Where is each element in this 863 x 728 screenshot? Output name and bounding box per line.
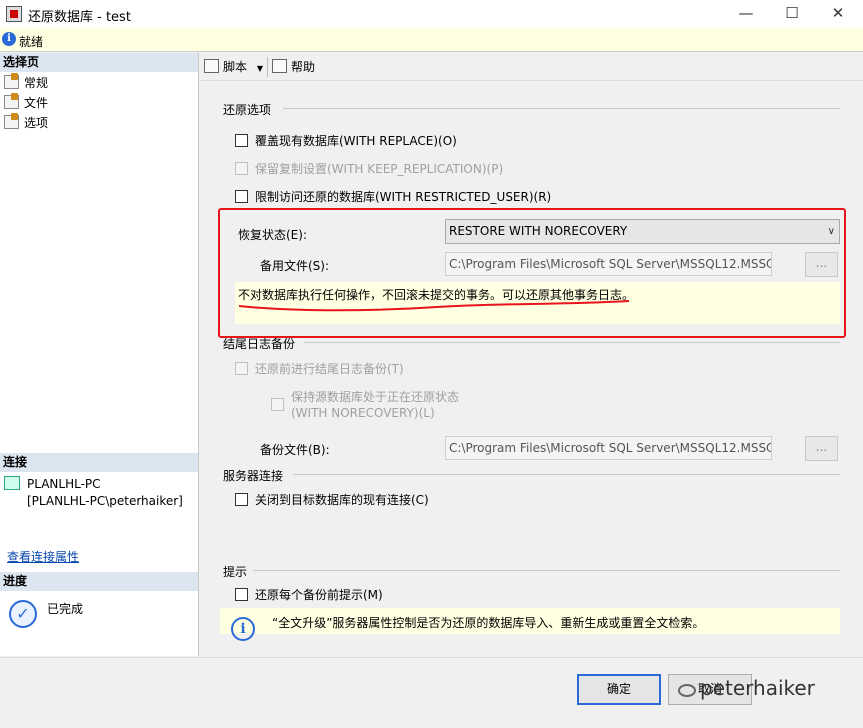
script-icon — [204, 59, 219, 73]
backup-file-label: 备份文件(B): — [260, 443, 330, 457]
info-icon: i — [231, 617, 255, 641]
checkbox-box[interactable] — [235, 362, 248, 375]
fulltext-info-note: “全文升级”服务器属性控制是否为还原的数据库导入、重新生成或重置全文检索。 — [220, 608, 840, 634]
progress-header: 进度 — [0, 572, 198, 591]
script-button[interactable]: 脚本 ▼ — [204, 59, 263, 75]
toolbar-separator — [267, 57, 268, 77]
restricted-user-checkbox[interactable]: 限制访问还原的数据库(WITH RESTRICTED_USER)(R) — [235, 189, 551, 205]
help-button[interactable]: 帮助 — [272, 59, 315, 75]
nav-item-label: 选项 — [24, 116, 49, 130]
overwrite-label: 覆盖现有数据库(WITH REPLACE)(O) — [255, 134, 457, 148]
dropdown-arrow-icon[interactable]: ▼ — [257, 64, 263, 73]
checkbox-box[interactable] — [235, 493, 248, 506]
help-icon — [272, 59, 287, 73]
nav-item-label: 常规 — [24, 76, 49, 90]
watermark: peterhaiker — [700, 676, 815, 700]
prompt-each-backup-checkbox[interactable]: 还原每个备份前提示(M) — [235, 587, 383, 603]
maximize-button[interactable]: ☐ — [769, 0, 815, 28]
left-panel: 选择页 常规 文件 选项 连接 PLANLHL-PC [PLANLHL-PC\p… — [0, 53, 199, 656]
minimize-button[interactable]: — — [723, 0, 769, 28]
toolbar: 脚本 ▼ 帮助 — [200, 53, 863, 81]
tail-log-group-title: 结尾日志备份 — [223, 337, 296, 351]
ok-button[interactable]: 确定 — [577, 674, 661, 705]
keep-replication-label: 保留复制设置(WITH KEEP_REPLICATION)(P) — [255, 162, 504, 176]
keep-norecovery-checkbox[interactable] — [271, 397, 291, 413]
tail-log-label: 还原前进行结尾日志备份(T) — [255, 362, 404, 376]
checkbox-box[interactable] — [235, 134, 248, 147]
nav-item-label: 文件 — [24, 96, 49, 110]
progress-text: 已完成 — [47, 602, 84, 616]
server-connection-icon — [4, 476, 20, 490]
close-connections-checkbox[interactable]: 关闭到目标数据库的现有连接(C) — [235, 492, 429, 508]
status-text: 就绪 — [19, 35, 44, 49]
keep-norecovery-line2: (WITH NORECOVERY)(L) — [291, 406, 435, 420]
keep-replication-checkbox[interactable]: 保留复制设置(WITH KEEP_REPLICATION)(P) — [235, 161, 503, 177]
connection-server: PLANLHL-PC — [27, 477, 101, 491]
nav-item-general[interactable]: 常规 — [4, 73, 49, 92]
checkbox-box[interactable] — [235, 162, 248, 175]
connection-header: 连接 — [0, 453, 198, 472]
options-content: 还原选项 覆盖现有数据库(WITH REPLACE)(O) 保留复制设置(WIT… — [200, 82, 863, 656]
close-button[interactable]: ✕ — [815, 0, 861, 28]
dialog-button-bar: 确定 取消 peterhaiker — [0, 657, 863, 728]
restore-options-group-title: 还原选项 — [223, 103, 272, 117]
nav-item-options[interactable]: 选项 — [4, 113, 49, 132]
overwrite-checkbox[interactable]: 覆盖现有数据库(WITH REPLACE)(O) — [235, 133, 457, 149]
tail-log-checkbox[interactable]: 还原前进行结尾日志备份(T) — [235, 361, 404, 377]
page-icon — [4, 113, 19, 129]
close-connections-label: 关闭到目标数据库的现有连接(C) — [255, 493, 429, 507]
group-divider — [293, 474, 840, 475]
check-icon: ✓ — [9, 600, 37, 628]
checkbox-box[interactable] — [235, 190, 248, 203]
view-connection-properties-link[interactable]: 查看连接属性 — [7, 548, 79, 565]
group-divider — [304, 342, 840, 343]
wechat-icon — [678, 684, 696, 697]
help-label: 帮助 — [291, 60, 316, 74]
backup-browse-button[interactable]: ... — [805, 436, 838, 461]
fulltext-info-text: “全文升级”服务器属性控制是否为还原的数据库导入、重新生成或重置全文检索。 — [272, 616, 705, 630]
prompt-group-title: 提示 — [223, 565, 248, 579]
group-divider — [253, 570, 840, 571]
keep-norecovery-label: 保持源数据库处于正在还原状态 (WITH NORECOVERY)(L) — [291, 389, 459, 421]
script-label: 脚本 — [223, 60, 248, 74]
page-icon — [4, 73, 19, 89]
connection-info: PLANLHL-PC [PLANLHL-PC\peterhaiker] — [27, 476, 183, 510]
backup-file-field[interactable]: C:\Program Files\Microsoft SQL Server\MS… — [445, 436, 772, 460]
checkbox-box[interactable] — [271, 398, 284, 411]
keep-norecovery-line1: 保持源数据库处于正在还原状态 — [291, 390, 460, 404]
status-bar: i 就绪 — [0, 28, 863, 52]
pages-header: 选择页 — [0, 53, 198, 72]
page-icon — [4, 93, 19, 109]
server-connection-group-title: 服务器连接 — [223, 469, 284, 483]
app-icon — [6, 6, 22, 22]
connection-user: [PLANLHL-PC\peterhaiker] — [27, 494, 183, 508]
restricted-user-label: 限制访问还原的数据库(WITH RESTRICTED_USER)(R) — [255, 190, 552, 204]
highlight-box — [218, 208, 846, 338]
info-icon: i — [2, 32, 16, 46]
group-divider — [283, 108, 840, 109]
prompt-each-backup-label: 还原每个备份前提示(M) — [255, 588, 383, 602]
window-title: 还原数据库 - test — [28, 10, 131, 25]
checkbox-box[interactable] — [235, 588, 248, 601]
title-bar: 还原数据库 - test — ☐ ✕ — [0, 0, 863, 28]
nav-item-files[interactable]: 文件 — [4, 93, 49, 112]
